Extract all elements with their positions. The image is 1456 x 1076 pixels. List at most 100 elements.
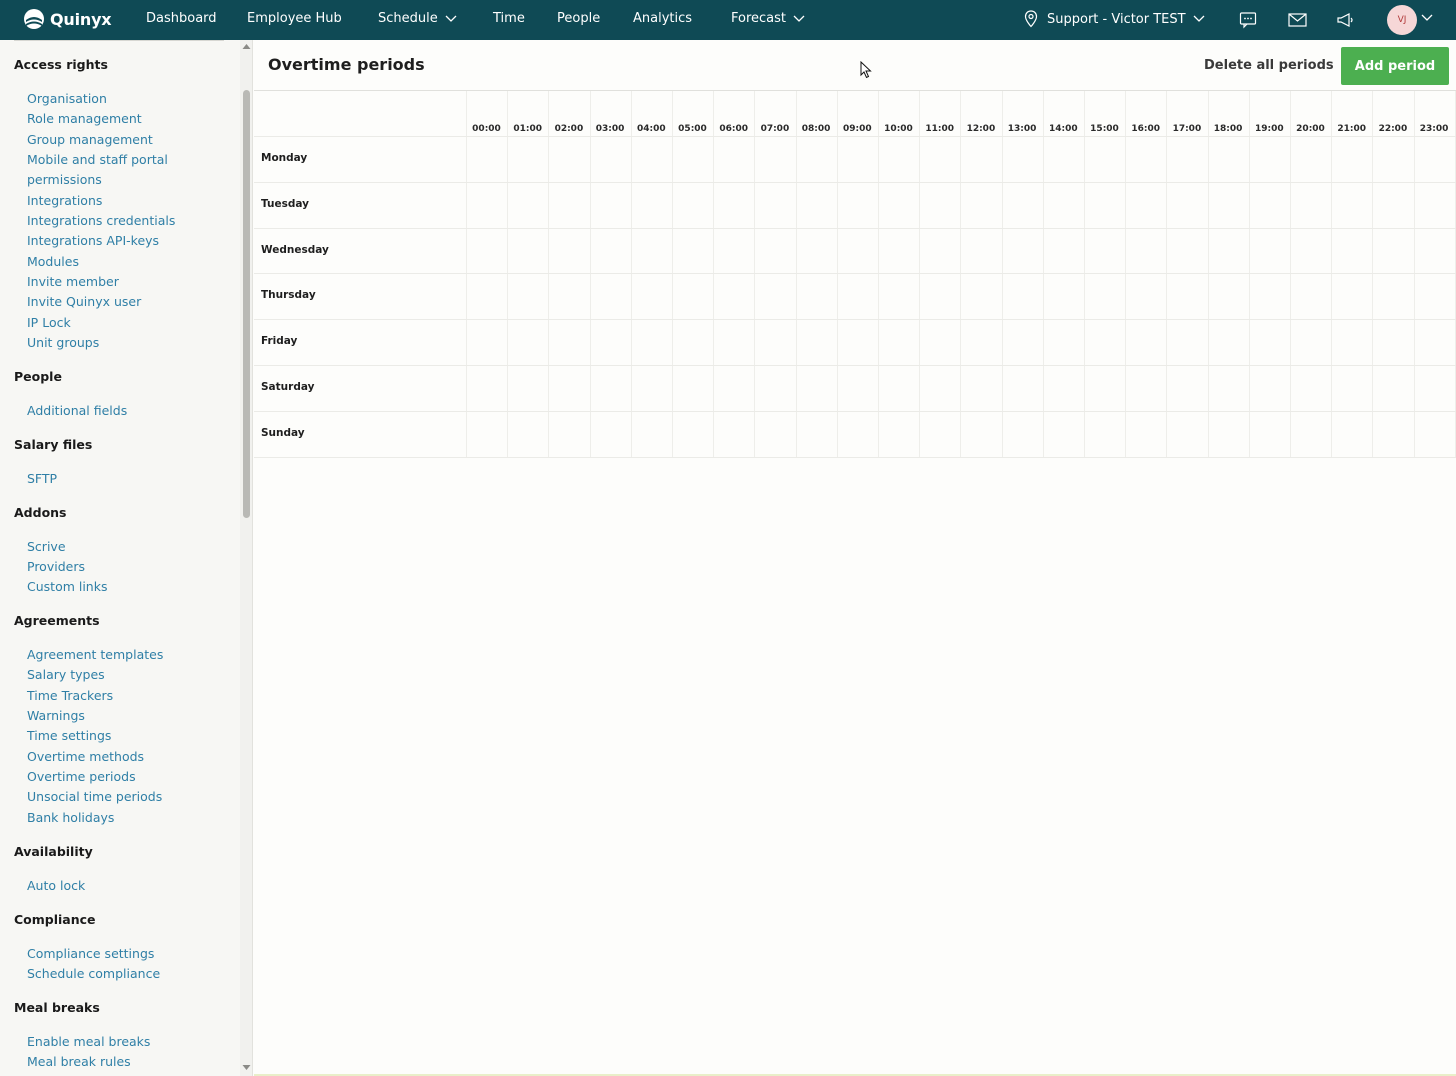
- sidebar-item-warnings[interactable]: Warnings: [27, 708, 85, 723]
- hour-label: 08:00: [801, 124, 831, 134]
- mouse-cursor-icon: [860, 61, 872, 79]
- sidebar-item-mobile-staff-portal[interactable]: Mobile and staff portal: [27, 152, 168, 167]
- sidebar-item-unsocial-time-periods[interactable]: Unsocial time periods: [27, 789, 162, 804]
- nav-label: Employee Hub: [247, 11, 342, 26]
- sidebar-item-schedule-compliance[interactable]: Schedule compliance: [27, 966, 160, 981]
- sidebar-item-role-management[interactable]: Role management: [27, 111, 142, 126]
- hour-label: 15:00: [1090, 124, 1119, 134]
- sidebar-item-time-settings[interactable]: Time settings: [27, 728, 111, 743]
- add-period-button[interactable]: Add period: [1341, 47, 1449, 85]
- mail-icon[interactable]: [1288, 11, 1307, 29]
- nav-label: Analytics: [633, 11, 693, 26]
- section-salary-files: Salary files: [14, 437, 93, 452]
- nav-dashboard[interactable]: Dashboard: [146, 11, 217, 26]
- sidebar-item-agreement-templates[interactable]: Agreement templates: [27, 647, 163, 662]
- sidebar-item-group-management[interactable]: Group management: [27, 132, 153, 147]
- hour-label: 23:00: [1419, 124, 1449, 134]
- quinyx-logo-icon: [24, 9, 44, 29]
- sidebar-item-overtime-periods[interactable]: Overtime periods: [27, 769, 136, 784]
- settings-sidebar: Access rights Organisation Role manageme…: [0, 40, 240, 1076]
- day-row[interactable]: Monday: [254, 136, 1456, 182]
- header-divider: [254, 90, 1456, 91]
- sidebar-item-integrations-credentials[interactable]: Integrations credentials: [27, 213, 175, 228]
- hour-label: 14:00: [1048, 124, 1078, 134]
- avatar-initials: VJ: [1397, 15, 1407, 25]
- hour-label: 11:00: [925, 124, 955, 134]
- hour-label: 12:00: [966, 124, 996, 134]
- sidebar-item-compliance-settings[interactable]: Compliance settings: [27, 946, 154, 961]
- sidebar-item-providers[interactable]: Providers: [27, 559, 85, 574]
- sidebar-divider: [14, 40, 224, 41]
- megaphone-icon[interactable]: [1336, 11, 1355, 29]
- day-label: Sunday: [261, 426, 305, 439]
- sidebar-item-additional-fields[interactable]: Additional fields: [27, 403, 127, 418]
- nav-analytics[interactable]: Analytics: [633, 11, 692, 26]
- hour-label: 06:00: [719, 124, 749, 134]
- sidebar-item-salary-types[interactable]: Salary types: [27, 667, 105, 682]
- chevron-down-icon: [445, 15, 457, 22]
- sidebar-item-sftp[interactable]: SFTP: [27, 471, 57, 486]
- section-access-rights: Access rights: [14, 57, 108, 72]
- day-row[interactable]: Tuesday: [254, 182, 1456, 228]
- day-row[interactable]: Friday: [254, 319, 1456, 365]
- brand-name: Quinyx: [50, 9, 112, 29]
- day-row[interactable]: Sunday: [254, 411, 1456, 457]
- sidebar-item-unit-groups[interactable]: Unit groups: [27, 335, 99, 350]
- section-meal-breaks: Meal breaks: [14, 1000, 100, 1015]
- hour-label: 04:00: [636, 124, 666, 134]
- delete-all-periods-button[interactable]: Delete all periods: [1204, 58, 1334, 73]
- sidebar-item-scrive[interactable]: Scrive: [27, 539, 66, 554]
- nav-label: Schedule: [378, 11, 438, 26]
- location-selector[interactable]: Support - Victor TEST: [1024, 10, 1205, 28]
- hour-label: 07:00: [760, 124, 790, 134]
- hour-label: 18:00: [1213, 124, 1243, 134]
- nav-time[interactable]: Time: [493, 11, 525, 26]
- sidebar-item-invite-quinyx-user[interactable]: Invite Quinyx user: [27, 294, 141, 309]
- sidebar-item-meal-break-rules[interactable]: Meal break rules: [27, 1054, 131, 1069]
- location-label: Support - Victor TEST: [1047, 11, 1186, 27]
- section-compliance: Compliance: [14, 912, 96, 927]
- sidebar-item-organisation[interactable]: Organisation: [27, 91, 107, 106]
- day-label: Monday: [261, 152, 308, 164]
- user-avatar[interactable]: VJ: [1387, 5, 1417, 35]
- sidebar-item-ip-lock[interactable]: IP Lock: [27, 315, 71, 330]
- sidebar-item-integrations[interactable]: Integrations: [27, 193, 102, 208]
- hour-label: 16:00: [1131, 124, 1161, 134]
- sidebar-item-permissions[interactable]: permissions: [27, 172, 102, 187]
- chevron-down-icon: [793, 15, 805, 22]
- day-row[interactable]: Saturday: [254, 365, 1456, 411]
- day-label: Thursday: [261, 289, 316, 302]
- sidebar-item-time-trackers[interactable]: Time Trackers: [27, 688, 113, 703]
- scrollbar-thumb[interactable]: [243, 90, 250, 518]
- scroll-down-arrow-icon[interactable]: [242, 1064, 251, 1071]
- sidebar-item-integrations-api-keys[interactable]: Integrations API-keys: [27, 233, 159, 248]
- nav-label: People: [557, 11, 601, 26]
- day-row[interactable]: Thursday: [254, 273, 1456, 319]
- sidebar-item-invite-member[interactable]: Invite member: [27, 274, 119, 289]
- hour-label: 03:00: [595, 124, 625, 134]
- sidebar-scrollbar[interactable]: [240, 40, 253, 1076]
- day-row[interactable]: Wednesday: [254, 228, 1456, 274]
- sidebar-item-custom-links[interactable]: Custom links: [27, 579, 107, 594]
- chat-icon[interactable]: [1239, 11, 1257, 29]
- sidebar-item-bank-holidays[interactable]: Bank holidays: [27, 810, 114, 825]
- nav-label: Forecast: [731, 11, 787, 26]
- nav-label: Dashboard: [146, 11, 217, 26]
- hour-label: 19:00: [1254, 124, 1284, 134]
- hour-label: 05:00: [678, 124, 707, 134]
- location-pin-icon: [1024, 10, 1038, 28]
- nav-people[interactable]: People: [557, 11, 600, 26]
- scroll-up-arrow-icon[interactable]: [242, 43, 251, 50]
- nav-employee-hub[interactable]: Employee Hub: [247, 11, 342, 26]
- sidebar-item-modules[interactable]: Modules: [27, 254, 79, 269]
- chevron-down-icon: [1193, 15, 1205, 22]
- quinyx-logo[interactable]: Quinyx: [22, 7, 112, 31]
- hour-label: 02:00: [554, 124, 584, 134]
- chevron-down-icon[interactable]: [1421, 14, 1433, 22]
- nav-forecast[interactable]: Forecast: [731, 11, 805, 26]
- grid-row-line: [254, 456, 1456, 458]
- sidebar-item-overtime-methods[interactable]: Overtime methods: [27, 749, 144, 764]
- nav-schedule[interactable]: Schedule: [378, 11, 457, 26]
- sidebar-item-enable-meal-breaks[interactable]: Enable meal breaks: [27, 1034, 150, 1049]
- sidebar-item-auto-lock[interactable]: Auto lock: [27, 878, 85, 893]
